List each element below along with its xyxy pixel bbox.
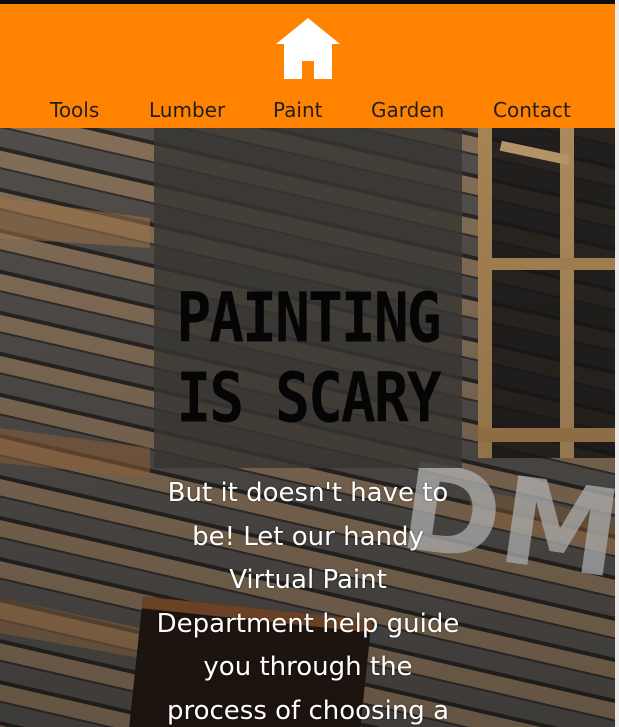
hero-title-line-1: PAINTING: [176, 277, 441, 359]
nav-lumber[interactable]: Lumber: [149, 97, 225, 123]
page: Tools Lumber Paint Garden Contact PAINTI…: [0, 0, 619, 727]
hero-subtitle: But it doesn't have to be! Let our handy…: [156, 478, 460, 726]
home-icon[interactable]: [275, 17, 341, 79]
main-nav: Tools Lumber Paint Garden Contact: [0, 97, 615, 125]
hero-title-panel: PAINTING IS SCARY: [154, 128, 462, 468]
nav-garden[interactable]: Garden: [371, 97, 444, 123]
scrollbar-track[interactable]: [615, 0, 619, 727]
nav-paint[interactable]: Paint: [273, 97, 323, 123]
site-header: Tools Lumber Paint Garden Contact: [0, 4, 615, 128]
nav-contact[interactable]: Contact: [493, 97, 571, 123]
hero-title-line-2: IS SCARY: [176, 357, 441, 439]
nav-tools[interactable]: Tools: [50, 97, 99, 123]
